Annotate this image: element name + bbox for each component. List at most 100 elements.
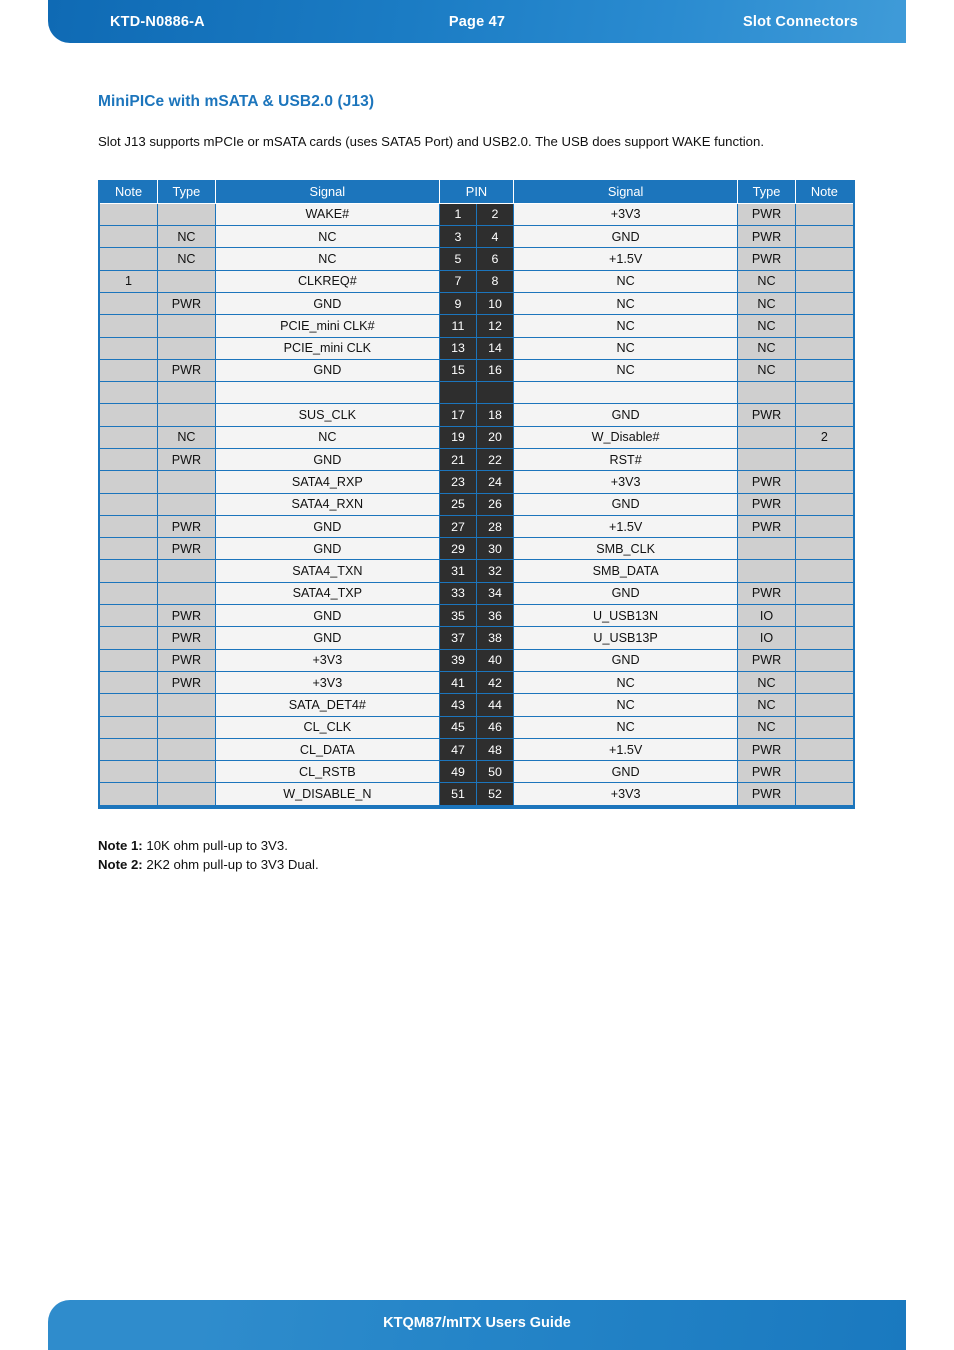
cell-pin-right	[475, 381, 514, 405]
cell-note-right	[794, 581, 855, 606]
cell-signal-right: SMB_CLK	[512, 537, 739, 561]
cell-note-right	[794, 202, 855, 227]
cell-note-left	[98, 447, 159, 472]
cell-pin-left: 9	[438, 291, 477, 316]
cell-note-left	[98, 514, 159, 539]
cell-pin-right: 24	[475, 470, 514, 494]
table-row: W_DISABLE_N 51 52 +3V3 PWR	[98, 782, 855, 808]
cell-note-left	[98, 670, 159, 695]
cell-type-left: PWR	[157, 447, 216, 472]
cell-note-left	[98, 537, 159, 561]
cell-pin-right: 14	[475, 336, 514, 360]
cell-pin-left: 35	[438, 604, 477, 628]
cell-signal-right: +1.5V	[512, 514, 739, 539]
cell-type-left: PWR	[157, 358, 216, 383]
table-row: PCIE_mini CLK# 11 12 NC NC	[98, 314, 855, 338]
cell-type-right: IO	[737, 604, 796, 628]
cell-pin-left: 41	[438, 670, 477, 695]
cell-note-left	[98, 715, 159, 739]
cell-type-right	[737, 425, 796, 450]
cell-note-left	[98, 202, 159, 227]
cell-pin-left: 43	[438, 693, 477, 717]
cell-type-left	[157, 760, 216, 784]
cell-pin-right: 40	[475, 648, 514, 672]
cell-note-left	[98, 581, 159, 606]
cell-type-left	[157, 336, 216, 360]
table-row: SATA4_TXP 33 34 GND PWR	[98, 581, 855, 606]
cell-pin-right: 10	[475, 291, 514, 316]
cell-type-right: PWR	[737, 492, 796, 516]
cell-type-left	[157, 492, 216, 516]
page-title: MiniPICe with mSATA & USB2.0 (J13)	[98, 93, 375, 110]
cell-signal-right: GND	[512, 492, 739, 516]
cell-note-left	[98, 291, 159, 316]
column-header-signal-left: Signal	[214, 179, 440, 204]
cell-type-right: PWR	[737, 403, 796, 427]
cell-pin-right: 8	[475, 269, 514, 293]
cell-type-right: PWR	[737, 782, 796, 808]
cell-pin-left: 11	[438, 314, 477, 338]
table-row: CL_RSTB 49 50 GND PWR	[98, 760, 855, 784]
cell-note-right	[794, 648, 855, 672]
cell-type-left	[157, 737, 216, 762]
note-label: Note 2:	[98, 856, 143, 872]
table-row: CL_CLK 45 46 NC NC	[98, 715, 855, 739]
cell-pin-left: 49	[438, 760, 477, 784]
cell-note-right	[794, 670, 855, 695]
cell-signal-right: +1.5V	[512, 247, 739, 271]
cell-signal-left: CL_RSTB	[214, 760, 440, 784]
cell-pin-right: 6	[475, 247, 514, 271]
cell-type-left	[157, 559, 216, 583]
cell-pin-left: 51	[438, 782, 477, 808]
cell-note-left	[98, 381, 159, 405]
cell-note-right	[794, 403, 855, 427]
cell-pin-right: 28	[475, 514, 514, 539]
cell-type-right: NC	[737, 715, 796, 739]
cell-signal-left: +3V3	[214, 648, 440, 672]
cell-signal-left: SATA4_RXN	[214, 492, 440, 516]
cell-signal-right: +1.5V	[512, 737, 739, 762]
cell-note-right	[794, 604, 855, 628]
cell-note-right	[794, 470, 855, 494]
cell-note-left	[98, 693, 159, 717]
cell-pin-left: 3	[438, 225, 477, 249]
cell-signal-right: GND	[512, 581, 739, 606]
cell-note-right	[794, 537, 855, 561]
cell-note-left	[98, 403, 159, 427]
table-row: PWR GND 15 16 NC NC	[98, 358, 855, 383]
cell-pin-right: 32	[475, 559, 514, 583]
cell-pin-left: 21	[438, 447, 477, 472]
cell-signal-right: +3V3	[512, 782, 739, 808]
cell-type-right: NC	[737, 314, 796, 338]
cell-signal-left	[214, 381, 440, 405]
column-header-type-left: Type	[157, 179, 216, 204]
cell-signal-right: RST#	[512, 447, 739, 472]
cell-pin-left: 25	[438, 492, 477, 516]
cell-note-left	[98, 559, 159, 583]
cell-signal-right: NC	[512, 670, 739, 695]
cell-type-left	[157, 470, 216, 494]
cell-type-left	[157, 581, 216, 606]
cell-type-left	[157, 782, 216, 808]
column-header-signal-right: Signal	[512, 179, 739, 204]
table-row: PWR GND 35 36 U_USB13N IO	[98, 604, 855, 628]
cell-note-left	[98, 247, 159, 271]
cell-type-left: PWR	[157, 604, 216, 628]
table-row-gap	[98, 381, 855, 405]
cell-signal-right	[512, 381, 739, 405]
cell-signal-right: U_USB13P	[512, 626, 739, 650]
cell-type-right: PWR	[737, 247, 796, 271]
cell-pin-left: 27	[438, 514, 477, 539]
cell-note-right	[794, 626, 855, 650]
cell-pin-left: 15	[438, 358, 477, 383]
cell-type-right: PWR	[737, 648, 796, 672]
page-content: MiniPICe with mSATA & USB2.0 (J13) Slot …	[98, 93, 856, 874]
cell-signal-right: U_USB13N	[512, 604, 739, 628]
cell-note-right	[794, 514, 855, 539]
cell-type-right	[737, 559, 796, 583]
table-row: SATA4_RXN 25 26 GND PWR	[98, 492, 855, 516]
section-name: Slot Connectors	[743, 13, 858, 30]
cell-pin-left: 17	[438, 403, 477, 427]
cell-signal-left: GND	[214, 626, 440, 650]
cell-pin-right: 36	[475, 604, 514, 628]
